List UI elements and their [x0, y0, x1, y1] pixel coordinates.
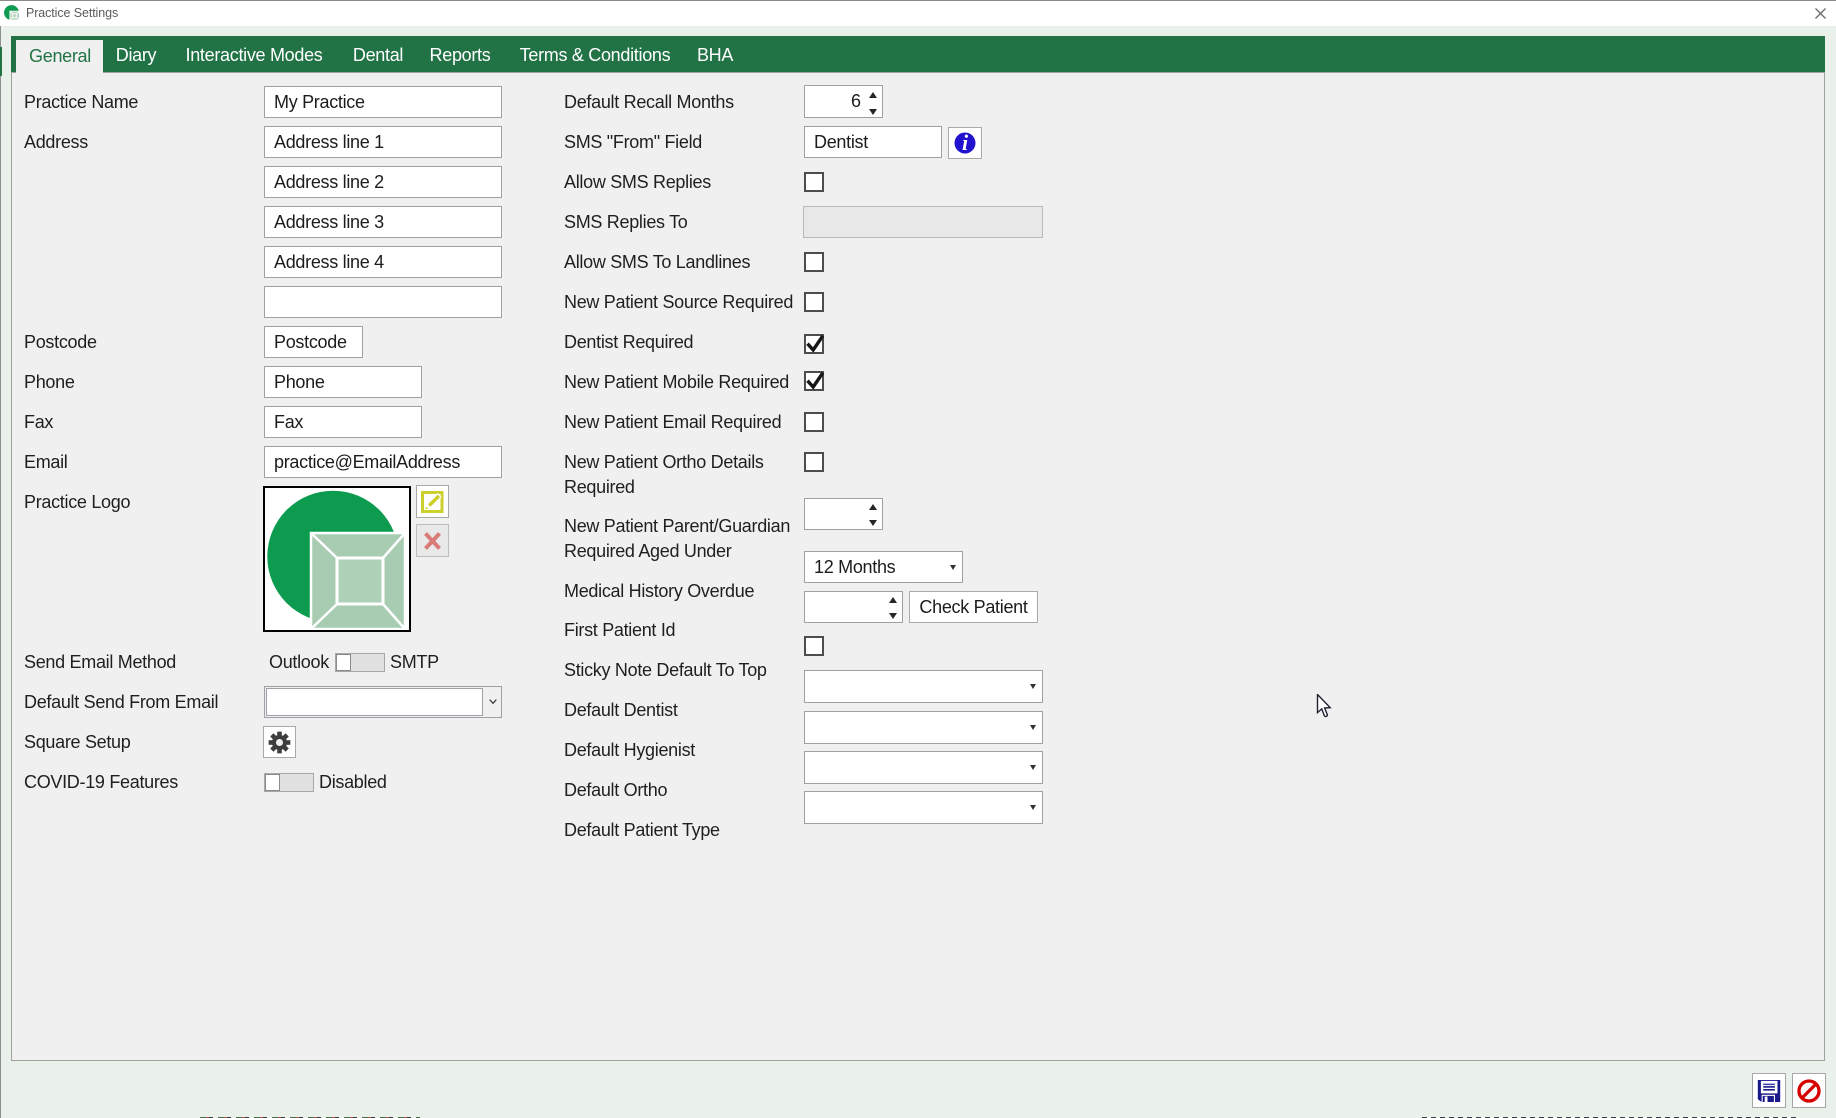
svg-text:i: i [962, 132, 969, 154]
